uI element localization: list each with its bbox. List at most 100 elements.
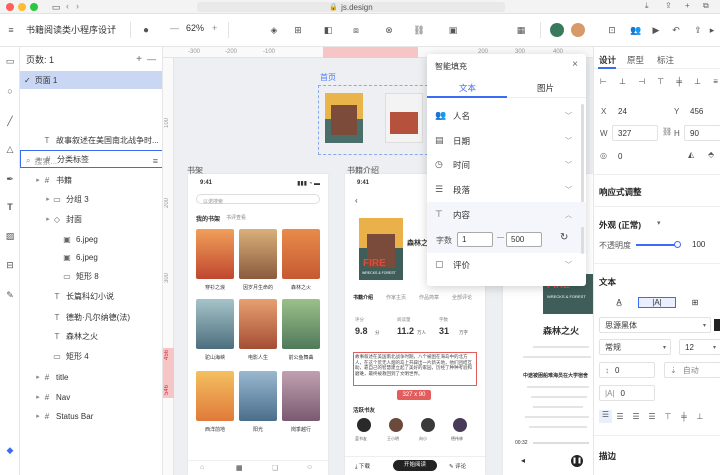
fill-item[interactable]: ▤ 日期 ﹀ (427, 128, 586, 153)
tab-home-icon[interactable]: ⌂ (200, 464, 204, 471)
ellipse-tool-icon[interactable]: ○ (4, 85, 16, 97)
tab-profile-icon[interactable]: ☺ (306, 464, 313, 471)
word-count-min-input[interactable]: 1 (457, 232, 493, 247)
font-color-swatch[interactable] (714, 319, 720, 331)
align-right-icon[interactable]: ⊣ (638, 77, 645, 86)
distribute-icon[interactable]: ≡ (713, 77, 718, 86)
friend-avatar[interactable] (389, 418, 403, 432)
friend-avatar[interactable] (357, 418, 371, 432)
plugin-icon[interactable]: ● (140, 23, 152, 37)
chevron-up-icon[interactable]: ︿ (565, 210, 572, 220)
back-arrow-icon[interactable]: ‹ (355, 196, 358, 205)
word-count-max-input[interactable]: 500 (506, 232, 542, 247)
project-dropdown-icon[interactable]: ▾ (112, 23, 116, 37)
homepage-frame[interactable] (318, 85, 428, 155)
layers-stack-icon[interactable]: ◆ (4, 444, 16, 456)
pen-tool-icon[interactable]: ✒ (4, 173, 16, 185)
chevron-down-icon[interactable]: ﹀ (565, 136, 572, 146)
boolean-icon[interactable]: ⧈ (350, 23, 362, 37)
bookintro-tab[interactable]: 书籍介绍 (353, 294, 373, 301)
more-icon[interactable]: ▸ (706, 23, 718, 37)
project-name[interactable]: 书籍阅读类小程序设计 (26, 23, 116, 37)
layer-item[interactable]: ▣ 6.jpeg (20, 230, 162, 248)
download-icon[interactable]: ⤓ (645, 1, 649, 11)
tab-shelf-icon[interactable]: ▦ (236, 464, 243, 472)
team-icon[interactable]: 👥 (630, 23, 642, 37)
bookintro-tab[interactable]: 全部评论 (452, 294, 472, 301)
tabs-overview-icon[interactable]: ⧉ (703, 1, 709, 11)
constrain-proportions-icon[interactable]: ⛓ (662, 127, 672, 136)
expand-icon[interactable]: ▸ (44, 215, 52, 223)
sidebar-toggle-icon[interactable]: ▭ (50, 1, 62, 13)
bookshelf-search[interactable]: 以诺搜索 (196, 194, 320, 205)
rotation-icon[interactable]: ◎ (600, 151, 607, 160)
tab-prototype[interactable]: 原型 (627, 54, 644, 66)
avatar-collaborator[interactable] (550, 23, 564, 37)
align-top-icon[interactable]: ⊤ (657, 77, 664, 86)
tab-bookmark-icon[interactable]: ❑ (272, 464, 278, 472)
text-align-top-icon[interactable]: ⊤ (660, 412, 676, 421)
back-icon[interactable]: ‹ (66, 1, 69, 11)
font-family-select[interactable]: 思源黑体 ▾ (599, 317, 711, 333)
layer-item[interactable]: T 长篇科幻小说 (20, 287, 162, 305)
friend-avatar[interactable] (453, 418, 467, 432)
page-item[interactable]: ✓ 页面 1 (20, 71, 162, 89)
crop-icon[interactable]: ▣ (447, 23, 459, 37)
share-icon[interactable]: ⇪ (665, 1, 672, 10)
flip-horizontal-icon[interactable]: ◭ (688, 150, 694, 159)
url-bar[interactable]: 🔒 js.design (197, 2, 505, 12)
book-cover-thumb[interactable] (196, 299, 234, 349)
mask-icon[interactable]: ◧ (322, 23, 334, 37)
chevron-down-icon[interactable]: ﹀ (565, 185, 572, 195)
text-align-left-icon[interactable]: ☰ (599, 409, 612, 423)
layer-item[interactable]: ▸ # Nav (20, 388, 162, 406)
image-tool-icon[interactable]: ▨ (4, 230, 16, 242)
x-input[interactable]: 24 (612, 103, 652, 119)
tab-my-shelf[interactable]: 我的书架 (196, 214, 220, 223)
flip-vertical-icon[interactable]: ⬘ (708, 150, 714, 159)
tab-image[interactable]: 图片 (537, 82, 554, 94)
appearance-dropdown-icon[interactable]: ▾ (657, 219, 661, 227)
frame-icon[interactable]: ⊞ (292, 23, 304, 37)
tab-text[interactable]: 文本 (459, 82, 476, 94)
chevron-down-icon[interactable]: ﹀ (565, 260, 572, 270)
h-input[interactable]: 90 (684, 125, 720, 141)
bookintro-tab[interactable]: 作品简章 (419, 294, 439, 301)
letter-spacing-input[interactable]: |A| 0 (599, 385, 655, 401)
font-weight-select[interactable]: 常规 ▾ (599, 339, 671, 355)
layer-item[interactable]: ▸ # 分类标签 (20, 150, 162, 168)
new-tab-icon[interactable]: + (685, 1, 690, 10)
chevron-down-icon[interactable]: ﹀ (565, 111, 572, 121)
layer-item[interactable]: ▸ # 书籍 (20, 171, 162, 189)
triangle-tool-icon[interactable]: △ (4, 143, 16, 155)
layer-item[interactable]: ▸ # Status Bar (20, 407, 162, 425)
tab-reviews[interactable]: 书评查看 (226, 214, 246, 221)
opacity-slider[interactable] (636, 244, 676, 246)
zoom-in-icon[interactable]: + (212, 23, 217, 37)
start-reading-button[interactable]: 开始阅读 (393, 460, 437, 471)
opacity-input[interactable]: 100 (686, 236, 720, 252)
collapse-pages-icon[interactable]: — (147, 54, 156, 64)
frame-label-homepage[interactable]: 首页 (320, 72, 336, 83)
chevron-down-icon[interactable]: ﹀ (565, 160, 572, 170)
align-left-icon[interactable]: ⊢ (600, 77, 607, 86)
window-minimize-button[interactable] (18, 3, 26, 11)
zoom-out-icon[interactable]: — (170, 23, 179, 37)
line-tool-icon[interactable]: ╱ (4, 115, 16, 127)
expand-icon[interactable]: ▸ (34, 412, 42, 420)
text-align-justify-icon[interactable]: ☰ (644, 412, 660, 421)
fill-item[interactable]: ☰ 段落 ﹀ (427, 177, 586, 202)
brush-tool-icon[interactable]: ✎ (4, 289, 16, 301)
layer-item[interactable]: ▸ ◇ 封面 (20, 210, 162, 228)
gift-icon[interactable]: ⊡ (606, 23, 618, 37)
book-cover-thumb[interactable] (282, 229, 320, 279)
audio-pause-button[interactable]: ❚❚ (571, 455, 583, 467)
download-button[interactable]: ⤓ 下载 (355, 462, 370, 471)
book-cover-thumb[interactable] (239, 229, 277, 279)
text-align-center-icon[interactable]: ☰ (612, 412, 628, 421)
add-page-icon[interactable]: + (136, 54, 142, 65)
opacity-slider-thumb[interactable] (674, 241, 681, 248)
layer-item[interactable]: T 故事叙述在美国南北战争时... (20, 131, 162, 149)
book-cover-thumb[interactable] (196, 229, 234, 279)
layer-item[interactable]: ▸ ▭ 分组 3 (20, 190, 162, 208)
